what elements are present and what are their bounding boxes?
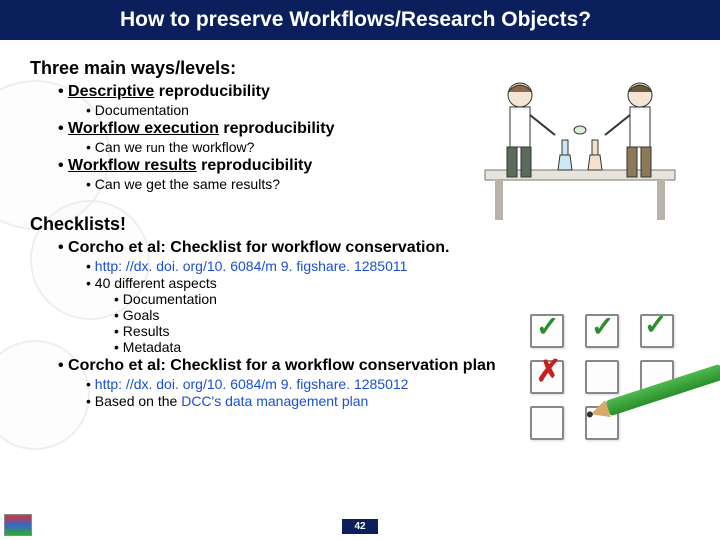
sub-run: run [146,140,165,155]
link-text[interactable]: DCC's data management plan [181,393,368,409]
rest-text: reproducibility [197,157,313,174]
em-text: Workflow execution [68,120,219,137]
page-number: 42 [342,519,377,534]
label: Corcho et al: Checklist for workflow con… [68,239,449,256]
sub-bullet: • 40 different aspects [86,275,690,291]
sub-pre: Can we [95,139,146,155]
sub-pre: Based on the [95,393,181,409]
slide-title: How to preserve Workflows/Research Objec… [120,8,591,31]
bullet-checklist-1: • Corcho et al: Checklist for workflow c… [58,239,690,257]
link-text[interactable]: http: //dx. doi. org/10. 6084/m 9. figsh… [95,258,408,274]
sub-text: Can we get the same results? [95,176,280,192]
rest-text: reproducibility [154,83,270,100]
scientists-illustration [465,60,695,225]
sub2-bullet: • Documentation [114,291,690,307]
checklist-illustration: ✓ ✓ ✓ ✗ [510,310,710,460]
sub2-text: Results [123,323,170,339]
em-text: Descriptive [68,83,154,100]
slide-footer: 42 [0,516,720,534]
link-text[interactable]: http: //dx. doi. org/10. 6084/m 9. figsh… [95,376,409,392]
sub-post: the workflow? [165,139,254,155]
sub-bullet: • http: //dx. doi. org/10. 6084/m 9. fig… [86,258,690,274]
slide-title-bar: How to preserve Workflows/Research Objec… [0,0,720,40]
rest-text: reproducibility [219,120,335,137]
sub-text: 40 different aspects [95,275,217,291]
sub2-text: Goals [123,307,160,323]
sub-text: Documentation [95,102,189,118]
logo-icon [4,514,32,536]
label: Corcho et al: Checklist for a workflow c… [68,357,496,374]
em-text: Workflow results [68,157,197,174]
sub2-text: Metadata [123,339,181,355]
sub2-text: Documentation [123,291,217,307]
